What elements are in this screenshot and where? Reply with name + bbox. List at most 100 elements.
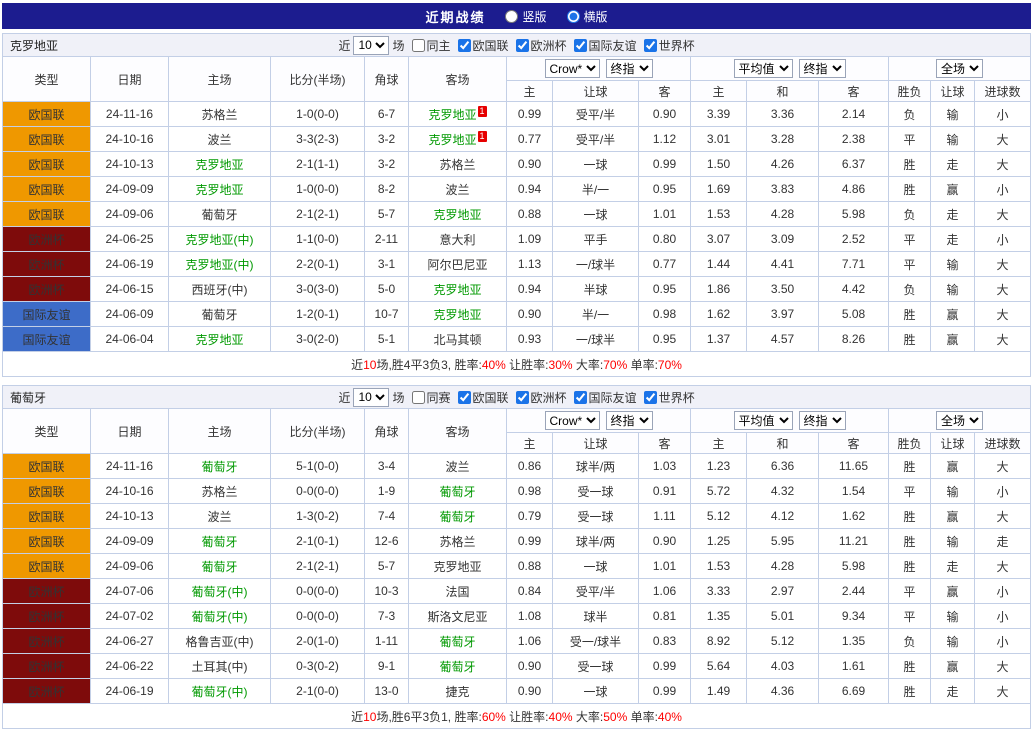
odds-home-cell: 0.88 [506,553,553,579]
odds-away-cell: 0.90 [638,528,691,554]
league-cell: 欧洲杯 [2,628,91,654]
results-table: 葡萄牙近 10 场同赛 欧国联 欧洲杯 国际友谊 世界杯 类型 日期 主场 比分(半场) 角球 客场 Cr… [1,385,1032,729]
avg-home-cell: 3.33 [690,578,747,604]
league-filter-checkbox-2[interactable]: 国际友谊 [573,37,637,54]
league-filter-checkbox-3-label: 世界杯 [658,38,695,53]
same-filter-checkbox[interactable]: 同赛 [411,389,451,406]
avg-draw-cell: 3.28 [746,126,819,152]
date-cell: 24-11-16 [90,453,169,479]
team-cell: 克罗地亚(中) [168,226,271,252]
corners-cell: 5-7 [364,201,409,227]
team-cell: 克罗地亚 [168,176,271,202]
league-cell: 欧洲杯 [2,578,91,604]
odds-away-cell: 0.83 [638,628,691,654]
league-filter-checkbox-0[interactable]: 欧国联 [457,37,509,54]
league-filter-checkbox-1[interactable]: 欧洲杯 [515,37,567,54]
horizontal-layout-label: 横版 [583,9,608,24]
avg-away-cell: 2.44 [818,578,889,604]
league-filter-checkbox-0-input[interactable] [457,38,471,52]
scope-select[interactable]: 全场 [936,59,984,78]
avg-draw-cell: 5.12 [746,628,819,654]
avg-source-select[interactable]: 平均值 [733,59,793,78]
league-filter-checkbox-0-input[interactable] [457,390,471,404]
league-filter-checkbox-1-input[interactable] [515,38,529,52]
result-outcome-cell: 负 [888,628,931,654]
league-filter-checkbox-2-input[interactable] [573,390,587,404]
odds-company-select[interactable]: Crow* [544,59,600,78]
league-filter-checkbox-0[interactable]: 欧国联 [457,389,509,406]
team-cell: 苏格兰 [168,478,271,504]
team-cell: 葡萄牙(中) [168,678,271,704]
column-subheader: 客 [638,432,691,454]
league-filter-checkbox-3[interactable]: 世界杯 [643,37,695,54]
league-filter-checkbox-3-input[interactable] [643,38,657,52]
team-cell: 意大利 [408,226,507,252]
layout-option-horizontal[interactable]: 横版 [566,8,608,25]
odds-away-cell: 0.90 [638,101,691,127]
odds-stage-select[interactable]: 终指 [605,59,653,78]
result-handicap-cell: 输 [930,101,975,127]
corners-cell: 7-4 [364,503,409,529]
avg-draw-cell: 3.09 [746,226,819,252]
topbar: 近期战绩 竖版 横版 [2,3,1031,29]
league-filter-checkbox-3-input[interactable] [643,390,657,404]
horizontal-layout-radio[interactable] [566,9,580,23]
match-row: 欧洲杯 24-06-15 西班牙(中) 3-0(3-0) 5-0 克罗地亚 0.94 半球 0.… [2,276,1032,302]
same-filter-checkbox-input[interactable] [411,38,425,52]
avg-stage-select[interactable]: 终指 [798,411,846,430]
odds-home-cell: 0.88 [506,201,553,227]
odds-away-cell: 1.11 [638,503,691,529]
score-cell: 0-0(0-0) [270,603,365,629]
league-filter-checkbox-1-input[interactable] [515,390,529,404]
recent-count-select[interactable]: 10 [353,35,390,55]
league-cell: 欧国联 [2,176,91,202]
summary-row: 近10场,胜6平3负1, 胜率:60% 让胜率:40% 大率:50% 单率:40… [1,703,1032,729]
result-goals-cell: 小 [973,226,1032,252]
summary-segment: 10 [363,709,377,724]
odds-home-cell: 0.77 [506,126,553,152]
odds-home-cell: 0.90 [506,678,553,704]
avg-draw-cell: 4.57 [746,326,819,352]
league-cell: 欧洲杯 [2,653,91,679]
league-filter-checkbox-3[interactable]: 世界杯 [643,389,695,406]
result-goals-cell: 走 [973,528,1032,554]
result-outcome-cell: 平 [888,126,931,152]
team-name: 西班牙(中) [191,282,248,297]
vertical-layout-radio[interactable] [505,9,519,23]
handicap-cell: 受一球 [552,478,639,504]
scope-select[interactable]: 全场 [936,411,984,430]
league-filter-checkbox-2-input[interactable] [573,38,587,52]
avg-away-cell: 4.42 [818,276,889,302]
avg-draw-cell: 6.36 [746,453,819,479]
avg-stage-select[interactable]: 终指 [798,59,846,78]
recent-count-select[interactable]: 10 [353,387,390,407]
date-cell: 24-09-06 [90,553,169,579]
result-outcome-cell: 负 [888,276,931,302]
avg-draw-cell: 3.83 [746,176,819,202]
odds-away-cell: 1.03 [638,453,691,479]
result-handicap-cell: 走 [930,151,975,177]
team-cell: 葡萄牙 [408,628,507,654]
same-filter-checkbox[interactable]: 同主 [411,37,451,54]
vertical-layout-label: 竖版 [522,9,547,24]
handicap-cell: 受一/球半 [552,628,639,654]
league-filter-checkbox-2[interactable]: 国际友谊 [573,389,637,406]
league-filter-checkbox-1[interactable]: 欧洲杯 [515,389,567,406]
team-name: 克罗地亚 [433,207,482,222]
column-header: 日期 [90,408,169,454]
same-filter-checkbox-input[interactable] [411,390,425,404]
match-row: 国际友谊 24-06-09 葡萄牙 1-2(0-1) 10-7 克罗地亚 0.90 半/一 0.… [2,301,1032,327]
team-name: 克罗地亚(中) [185,257,254,272]
column-header: 客场 [408,56,507,102]
odds-stage-select[interactable]: 终指 [605,411,653,430]
layout-option-vertical[interactable]: 竖版 [505,8,547,25]
odds-company-select[interactable]: Crow* [544,411,600,430]
match-row: 欧洲杯 24-07-06 葡萄牙(中) 0-0(0-0) 10-3 法国 0.84 受平/半 1… [2,578,1032,604]
odds-away-cell: 0.95 [638,276,691,302]
team-cell: 克罗地亚 [408,276,507,302]
team-cell: 葡萄牙 [168,553,271,579]
column-header: 日期 [90,56,169,102]
column-subheader: 让球 [552,432,639,454]
avg-source-select[interactable]: 平均值 [733,411,793,430]
